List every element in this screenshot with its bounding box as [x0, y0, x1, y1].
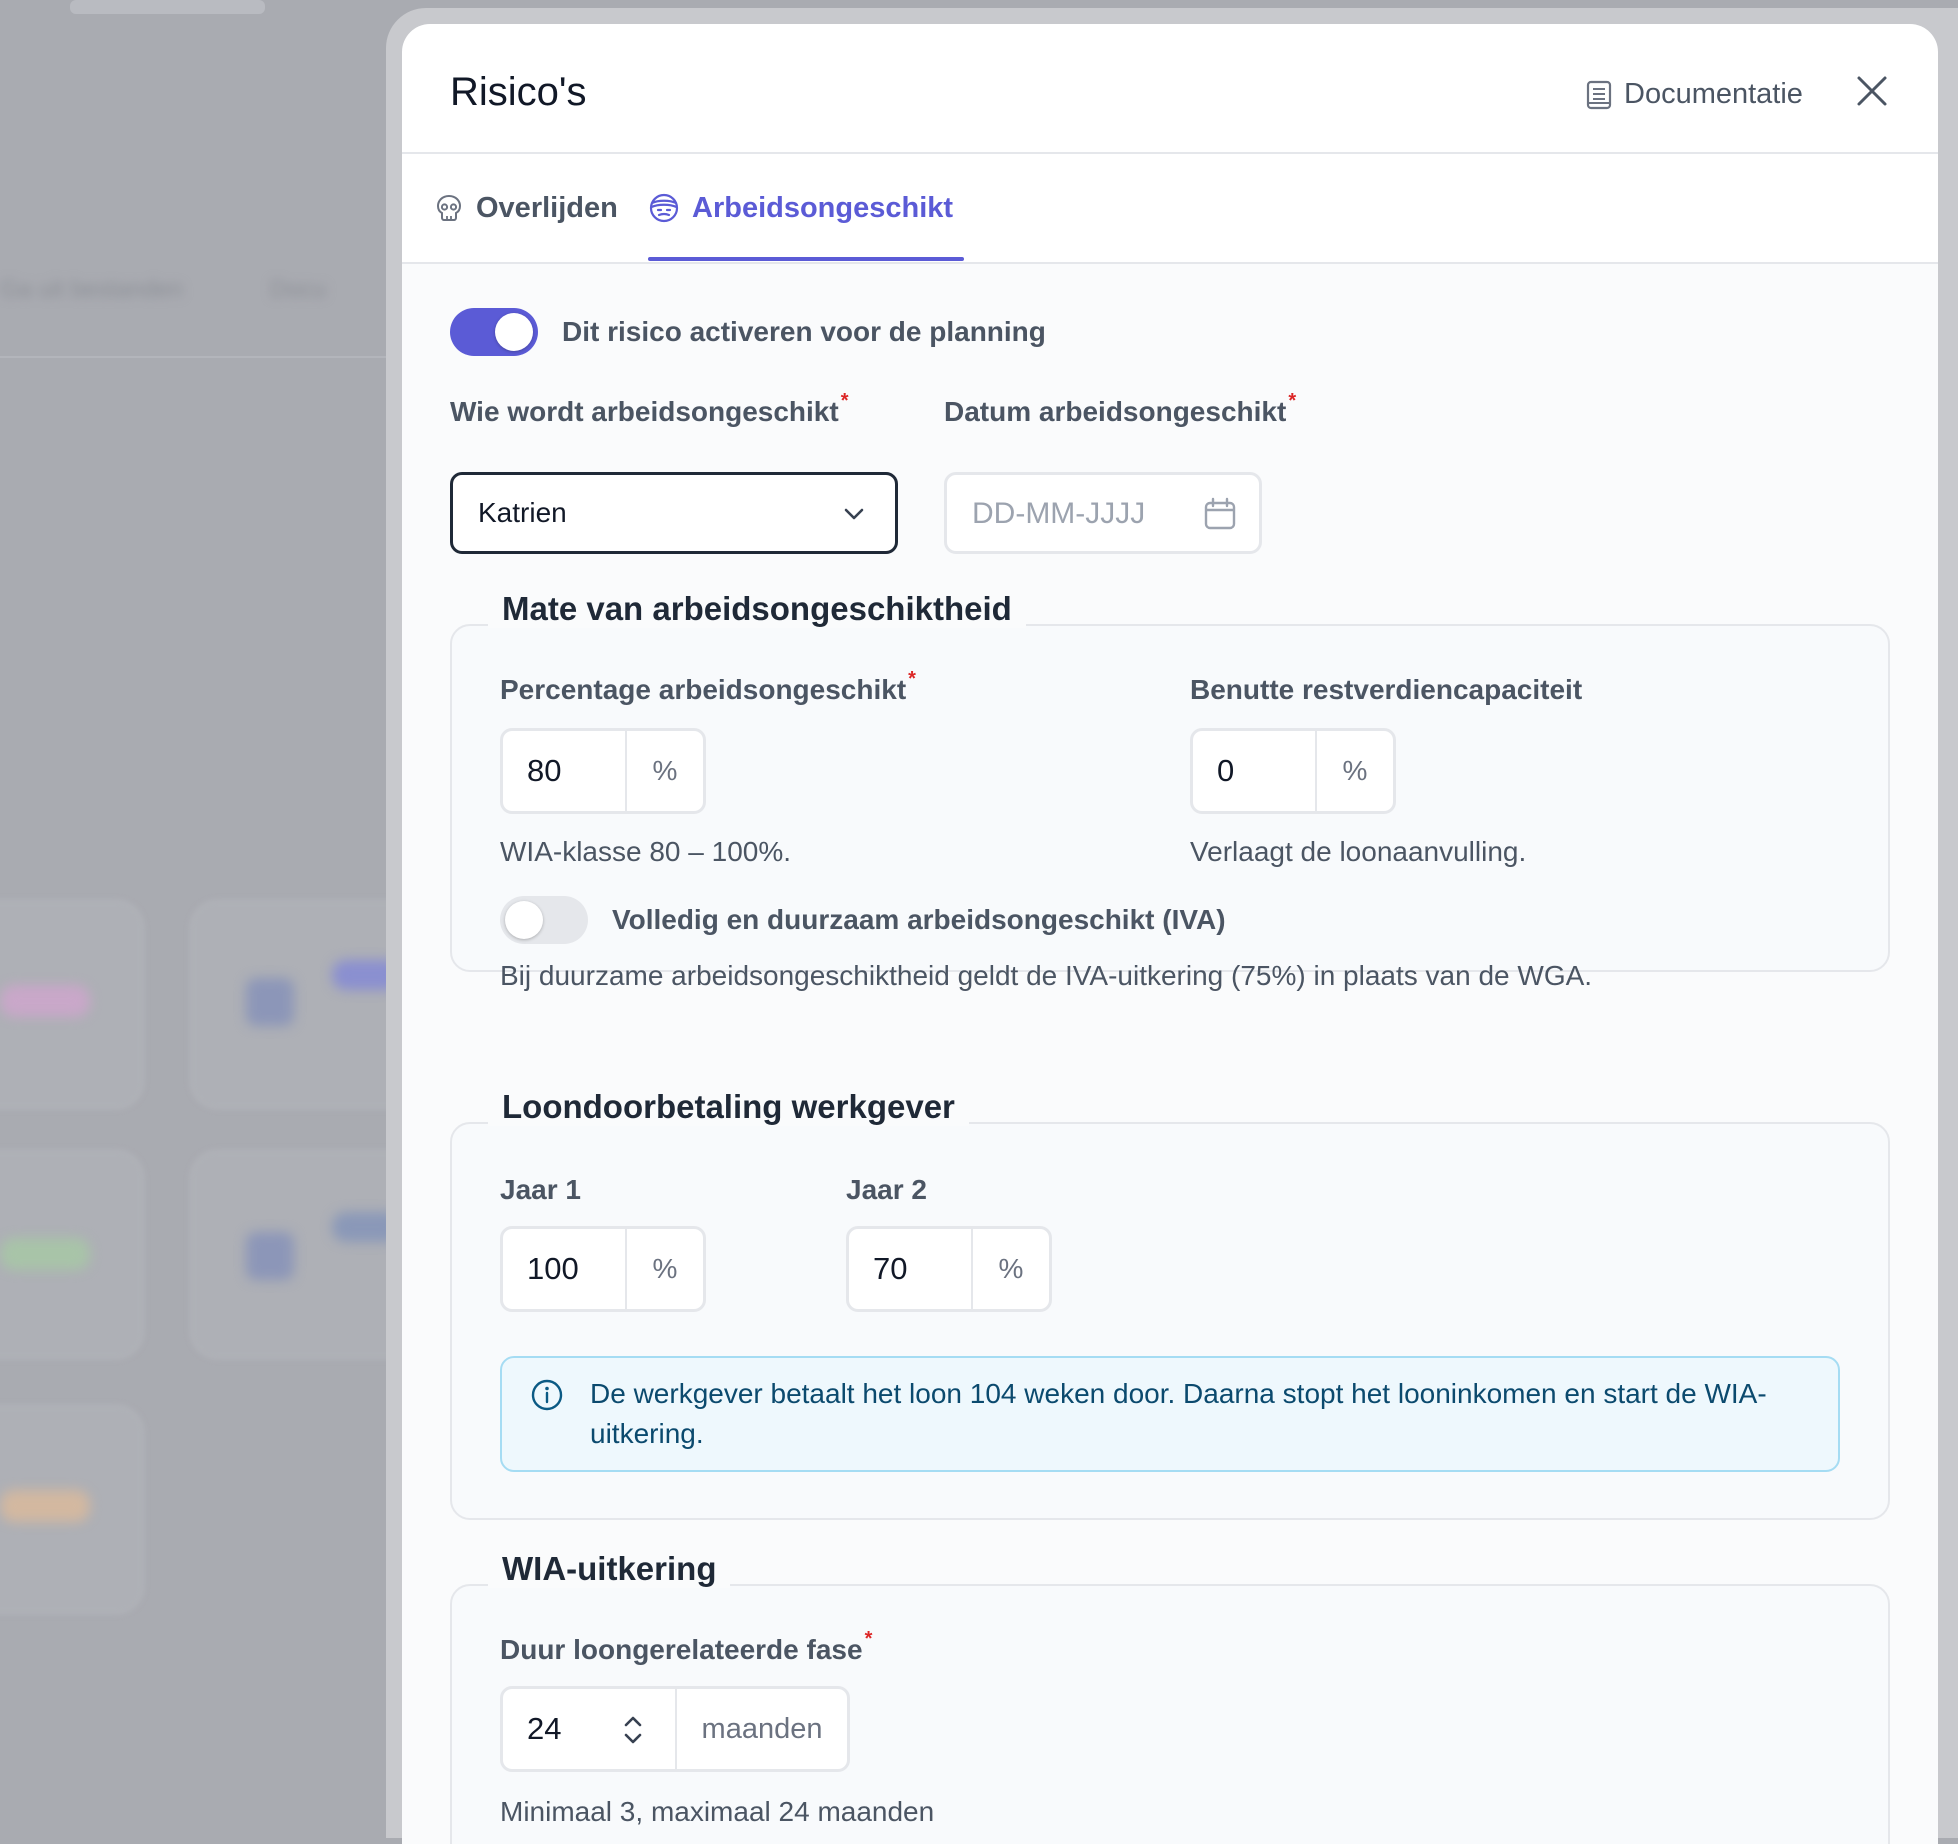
modal-header: Risico's Documentatie	[402, 24, 1938, 154]
year1-value[interactable]: 100	[503, 1229, 627, 1309]
wia-group: WIA-uitkering Duur loongerelateerde fase…	[450, 1550, 1890, 1844]
residual-input[interactable]: 0 %	[1190, 728, 1396, 814]
percentage-unit: %	[652, 755, 678, 786]
iva-label: Volledig en duurzaam arbeidsongeschikt (…	[612, 904, 1226, 935]
bandaged-face-icon	[649, 193, 679, 223]
required-mark: *	[864, 1628, 873, 1650]
documentation-label: Documentatie	[1624, 78, 1803, 110]
background-badge	[0, 1238, 90, 1270]
percentage-value[interactable]: 80	[503, 731, 627, 811]
background-badge	[0, 1490, 90, 1522]
close-button[interactable]	[1849, 68, 1895, 114]
active-tab-indicator	[648, 257, 964, 261]
required-mark: *	[840, 390, 849, 412]
skull-icon	[436, 194, 462, 221]
background-text: Ga uit bestanden	[0, 276, 183, 303]
tab-bar: Overlijden Arbeidsongeschikt	[402, 154, 1938, 264]
iva-toggle[interactable]	[500, 896, 588, 944]
who-label-text: Wie wordt arbeidsongeschikt	[450, 396, 839, 427]
duration-stepper[interactable]: 24 maanden	[500, 1686, 850, 1772]
residual-label: Benutte restverdiencapaciteit	[1190, 674, 1583, 705]
tab-content: Dit risico activeren voor de planning Wi…	[402, 264, 1938, 1844]
residual-value[interactable]: 0	[1193, 731, 1317, 811]
residual-unit: %	[1342, 755, 1368, 786]
close-icon	[1857, 76, 1887, 106]
background-icon	[246, 1232, 294, 1280]
degree-group: Mate van arbeidsongeschiktheid Percentag…	[450, 590, 1890, 991]
year1-label: Jaar 1	[500, 1174, 581, 1205]
iva-help: Bij duurzame arbeidsongeschiktheid geldt…	[500, 960, 1593, 991]
percentage-label: Percentage arbeidsongeschikt *	[500, 668, 916, 706]
duration-unit: maanden	[701, 1712, 823, 1745]
year2-label: Jaar 2	[846, 1174, 927, 1205]
year2-input[interactable]: 70 %	[846, 1226, 1052, 1312]
duration-help: Minimaal 3, maximaal 24 maanden	[500, 1796, 935, 1827]
percentage-label-text: Percentage arbeidsongeschikt	[500, 674, 907, 705]
background-icon	[246, 978, 294, 1026]
year2-value[interactable]: 70	[849, 1229, 973, 1309]
background-tab-bar	[70, 0, 265, 14]
duration-label: Duur loongerelateerde fase *	[500, 1628, 872, 1666]
document-icon	[1586, 80, 1612, 109]
percentage-help: WIA-klasse 80 – 100%.	[500, 836, 792, 867]
salary-info-text: De werkgever betaalt het loon 104 weken …	[590, 1378, 1767, 1449]
tab-arbeidsongeschikt[interactable]: Arbeidsongeschikt	[648, 154, 953, 262]
who-label: Wie wordt arbeidsongeschikt *	[450, 390, 849, 428]
stepper-arrows-icon[interactable]	[621, 1711, 645, 1749]
duration-number-field[interactable]: 24	[503, 1689, 677, 1769]
duration-value: 24	[527, 1711, 562, 1746]
date-input[interactable]: DD-MM-JJJJ	[944, 472, 1262, 554]
year2-unit: %	[998, 1253, 1024, 1284]
year1-input[interactable]: 100 %	[500, 1226, 706, 1312]
calendar-icon	[1204, 497, 1236, 530]
documentation-link[interactable]: Documentatie	[1586, 78, 1803, 111]
degree-legend: Mate van arbeidsongeschiktheid	[488, 590, 1026, 628]
who-select[interactable]: Katrien	[450, 472, 898, 554]
toggle-knob	[505, 901, 543, 939]
required-mark: *	[1288, 390, 1297, 412]
required-mark: *	[908, 668, 916, 690]
modal-title: Risico's	[450, 70, 587, 114]
salary-legend: Loondoorbetaling werkgever	[488, 1088, 969, 1126]
tab-label: Arbeidsongeschikt	[692, 191, 954, 224]
activate-risk-toggle[interactable]	[450, 308, 538, 356]
duration-label-text: Duur loongerelateerde fase	[500, 1634, 863, 1665]
who-select-value: Katrien	[478, 497, 567, 528]
wia-legend: WIA-uitkering	[488, 1550, 731, 1588]
toggle-knob	[495, 313, 533, 351]
risks-modal: Risico's Documentatie Overlijden Arbeids…	[402, 24, 1938, 1844]
percentage-input[interactable]: 80 %	[500, 728, 706, 814]
activate-risk-label: Dit risico activeren voor de planning	[562, 316, 1046, 347]
background-text: Docu	[270, 276, 327, 303]
background-divider	[0, 356, 400, 358]
date-placeholder: DD-MM-JJJJ	[972, 497, 1146, 530]
tab-label: Overlijden	[476, 191, 618, 224]
salary-info-box: De werkgever betaalt het loon 104 weken …	[500, 1356, 1840, 1472]
tab-overlijden[interactable]: Overlijden	[434, 154, 618, 262]
background-badge	[0, 985, 90, 1017]
date-label-text: Datum arbeidsongeschikt	[944, 396, 1287, 427]
chevron-down-icon	[844, 508, 864, 520]
residual-help: Verlaagt de loonaanvulling.	[1190, 836, 1527, 867]
salary-group: Loondoorbetaling werkgever Jaar 1 100 % …	[450, 1088, 1890, 1520]
year1-unit: %	[652, 1253, 678, 1284]
date-label: Datum arbeidsongeschikt *	[944, 390, 1296, 428]
info-icon	[531, 1379, 563, 1411]
